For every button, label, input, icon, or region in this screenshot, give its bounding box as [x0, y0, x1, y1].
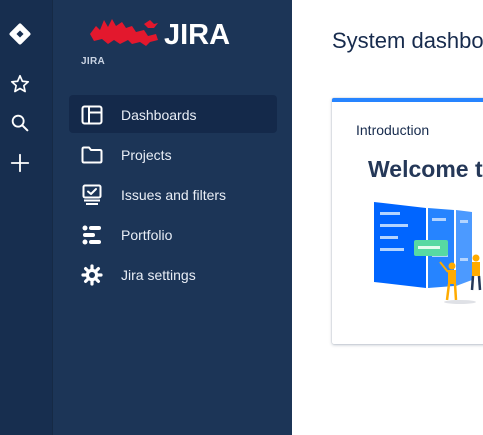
sidebar-item-portfolio[interactable]: Portfolio	[69, 215, 277, 253]
gadget-title: Introduction	[356, 122, 430, 138]
search-icon	[11, 114, 29, 132]
dragon-logo-icon	[90, 19, 158, 46]
jira-logo[interactable]: JIRA	[88, 14, 238, 55]
sidebar-item-label: Projects	[121, 147, 172, 163]
create-button[interactable]	[6, 149, 34, 177]
sidebar: JIRA JIRA Dashboards Projects Issues and…	[52, 0, 293, 435]
welcome-illustration	[374, 202, 482, 304]
portfolio-icon	[81, 224, 103, 246]
welcome-heading: Welcome to Jira	[368, 156, 483, 182]
sidebar-item-issues-and-filters[interactable]: Issues and filters	[69, 175, 277, 213]
logo-text: JIRA	[164, 19, 230, 50]
jira-home-button[interactable]	[6, 20, 34, 48]
global-nav	[0, 0, 52, 435]
sidebar-item-label: Issues and filters	[121, 187, 227, 203]
page-title: System dashboard	[332, 28, 483, 53]
sidebar-item-projects[interactable]: Projects	[69, 135, 277, 173]
dashboard-icon	[81, 104, 103, 126]
introduction-gadget: Introduction Welcome to Jira	[332, 98, 483, 344]
sidebar-item-label: Portfolio	[121, 227, 173, 243]
starred-button[interactable]	[6, 70, 34, 98]
search-button[interactable]	[6, 109, 34, 137]
sidebar-item-jira-settings[interactable]: Jira settings	[69, 255, 277, 293]
plus-icon	[10, 153, 30, 173]
sidebar-item-label: Jira settings	[121, 267, 196, 283]
star-icon	[10, 74, 30, 93]
sidebar-item-dashboards[interactable]: Dashboards	[69, 95, 277, 133]
jira-diamond-icon	[9, 23, 31, 45]
gear-icon	[81, 264, 103, 286]
brand-sub-label: JIRA	[81, 56, 105, 67]
folder-icon	[81, 144, 103, 166]
issues-icon	[81, 184, 103, 206]
sidebar-item-label: Dashboards	[121, 107, 197, 123]
main-content: System dashboard Introduction Welcome to…	[292, 0, 483, 435]
